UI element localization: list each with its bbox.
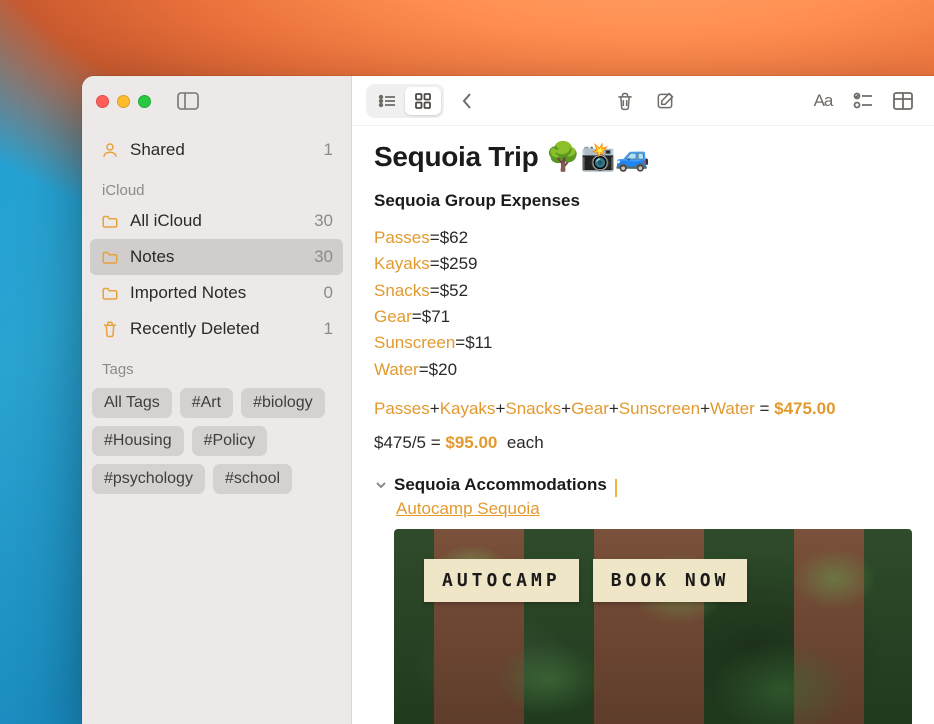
note-subheading: Sequoia Group Expenses (374, 191, 912, 211)
accommodation-link-line: Autocamp Sequoia (374, 499, 912, 519)
preview-logo-pill: AUTOCAMP (424, 559, 579, 602)
tag-list: All Tags #Art #biology #Housing #Policy … (82, 382, 351, 500)
desktop-background: Shared 1 iCloud All iCloud 30 Notes (0, 0, 934, 724)
toggle-sidebar-button[interactable] (177, 92, 199, 110)
back-button[interactable] (450, 86, 484, 116)
trash-icon (100, 320, 120, 338)
folder-icon (100, 285, 120, 301)
sidebar-item-recently-deleted[interactable]: Recently Deleted 1 (90, 311, 343, 347)
preview-cta-pill: BOOK NOW (593, 559, 748, 602)
sidebar-item-label: Notes (130, 247, 174, 267)
tag-school[interactable]: #school (213, 464, 292, 494)
expense-key: Kayaks (374, 254, 430, 273)
sidebar-item-notes[interactable]: Notes 30 (90, 239, 343, 275)
each-suffix: each (507, 433, 544, 452)
close-window-button[interactable] (96, 95, 109, 108)
sum-line: Passes+Kayaks+Snacks+Gear+Sunscreen+Wate… (374, 399, 912, 419)
fullscreen-window-button[interactable] (138, 95, 151, 108)
expense-key: Passes (374, 228, 430, 247)
sidebar-item-count: 0 (324, 283, 333, 303)
tag-psychology[interactable]: #psychology (92, 464, 205, 494)
link-preview[interactable]: AUTOCAMP BOOK NOW (394, 529, 912, 724)
each-lhs: $475/5 (374, 433, 426, 452)
expense-value: $52 (440, 281, 468, 300)
sidebar-item-label: All iCloud (130, 211, 202, 231)
sidebar: Shared 1 iCloud All iCloud 30 Notes (82, 76, 352, 724)
sum-term: Sunscreen (619, 399, 700, 418)
tag-policy[interactable]: #Policy (192, 426, 268, 456)
tag-art[interactable]: #Art (180, 388, 233, 418)
sum-term: Water (710, 399, 755, 418)
delete-note-button[interactable] (608, 86, 642, 116)
autocamp-link[interactable]: Autocamp Sequoia (396, 499, 540, 518)
expense-row: Sunscreen=$11 (374, 330, 912, 356)
checklist-button[interactable] (846, 86, 880, 116)
view-mode-segment (366, 84, 444, 118)
chevron-down-icon (374, 478, 388, 492)
note-editor[interactable]: Sequoia Trip 🌳📸🚙 Sequoia Group Expenses … (352, 126, 934, 724)
text-cursor (615, 479, 617, 497)
preview-pills: AUTOCAMP BOOK NOW (424, 559, 747, 602)
accommodations-heading[interactable]: Sequoia Accommodations (374, 475, 912, 495)
expense-row: Snacks=$52 (374, 278, 912, 304)
expense-row: Gear=$71 (374, 304, 912, 330)
tag-housing[interactable]: #Housing (92, 426, 184, 456)
sum-term: Gear (571, 399, 609, 418)
each-value: $95.00 (445, 433, 497, 452)
sidebar-list: Shared 1 iCloud All iCloud 30 Notes (82, 126, 351, 382)
expense-row: Water=$20 (374, 357, 912, 383)
sidebar-item-label: Imported Notes (130, 283, 246, 303)
folder-icon (100, 213, 120, 229)
sidebar-item-label: Recently Deleted (130, 319, 259, 339)
expense-key: Snacks (374, 281, 430, 300)
sum-term: Kayaks (440, 399, 496, 418)
window-titlebar (82, 76, 351, 126)
sidebar-item-count: 1 (324, 319, 333, 339)
per-person-line: $475/5 = $95.00 each (374, 433, 912, 453)
sum-term: Snacks (505, 399, 561, 418)
window-controls (96, 95, 151, 108)
sidebar-section-tags: Tags (90, 347, 343, 382)
table-button[interactable] (886, 86, 920, 116)
minimize-window-button[interactable] (117, 95, 130, 108)
sidebar-item-shared[interactable]: Shared 1 (90, 132, 343, 168)
expense-key: Water (374, 360, 419, 379)
sidebar-item-count: 30 (314, 211, 333, 231)
expense-value: $20 (429, 360, 457, 379)
list-view-button[interactable] (369, 87, 405, 115)
sidebar-item-all-icloud[interactable]: All iCloud 30 (90, 203, 343, 239)
sidebar-section-icloud: iCloud (90, 168, 343, 203)
new-note-button[interactable] (648, 86, 682, 116)
expense-key: Sunscreen (374, 333, 455, 352)
expense-value: $62 (440, 228, 468, 247)
expense-row: Kayaks=$259 (374, 251, 912, 277)
format-button[interactable]: Aa (806, 86, 840, 116)
sidebar-item-imported-notes[interactable]: Imported Notes 0 (90, 275, 343, 311)
expense-value: $71 (422, 307, 450, 326)
tag-biology[interactable]: #biology (241, 388, 325, 418)
expense-list: Passes=$62 Kayaks=$259 Snacks=$52 Gear=$… (374, 225, 912, 383)
sum-total: $475.00 (774, 399, 835, 418)
notes-window: Shared 1 iCloud All iCloud 30 Notes (82, 76, 934, 724)
toolbar: Aa (352, 76, 934, 126)
main-pane: Aa Sequoia Trip 🌳📸🚙 Sequoia Group Expens… (352, 76, 934, 724)
sidebar-item-label: Shared (130, 140, 185, 160)
sum-term: Passes (374, 399, 430, 418)
shared-icon (100, 141, 120, 159)
tag-all[interactable]: All Tags (92, 388, 172, 418)
expense-value: $11 (465, 333, 492, 352)
expense-row: Passes=$62 (374, 225, 912, 251)
sidebar-item-count: 1 (324, 140, 333, 160)
expense-value: $259 (440, 254, 478, 273)
expense-key: Gear (374, 307, 412, 326)
fold-label: Sequoia Accommodations (394, 475, 607, 495)
sidebar-item-count: 30 (314, 247, 333, 267)
note-title: Sequoia Trip 🌳📸🚙 (374, 140, 912, 173)
grid-view-button[interactable] (405, 87, 441, 115)
folder-icon (100, 249, 120, 265)
